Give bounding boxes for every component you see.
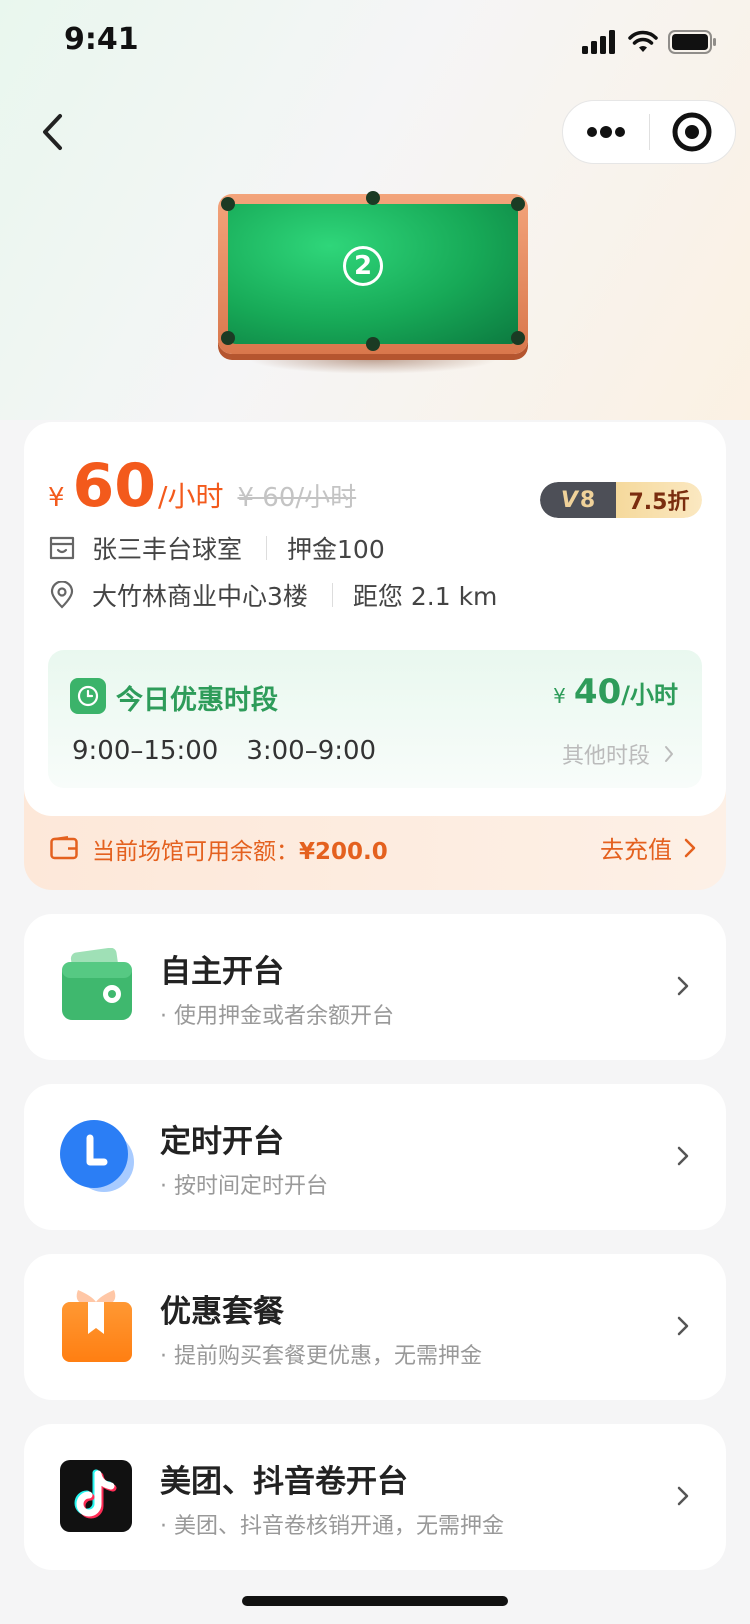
chevron-right-icon — [677, 1316, 689, 1336]
option-timed[interactable]: 定时开台 · 按时间定时开台 — [24, 1084, 726, 1230]
pool-table-illustration: 2 — [218, 191, 528, 384]
clock-icon — [60, 1120, 134, 1192]
target-icon — [672, 112, 712, 152]
price-value: 60 — [72, 451, 157, 521]
option-title: 美团、抖音卷开台 — [160, 1464, 408, 1500]
vip-badge: V8 7.5折 — [540, 482, 702, 518]
venue-name-row: 张三丰台球室 押金100 — [48, 530, 385, 566]
venue-info-card: ¥ 60 /小时 ¥ 60/小时 V8 7.5折 张三丰台球室 押金100 大竹… — [24, 422, 726, 816]
table-number-badge: 2 — [343, 246, 383, 286]
price-symbol: ¥ — [48, 483, 65, 513]
vip-level-number: 8 — [579, 487, 596, 513]
signal-icon — [582, 30, 615, 54]
price-unit: /小时 — [158, 480, 224, 513]
other-periods-link[interactable]: 其他时段 — [562, 738, 674, 770]
option-package[interactable]: 优惠套餐 · 提前购买套餐更优惠，无需押金 — [24, 1254, 726, 1400]
info-divider — [266, 536, 268, 560]
chevron-right-icon — [684, 838, 696, 857]
option-self-service[interactable]: 自主开台 · 使用押金或者余额开台 — [24, 914, 726, 1060]
price-row: ¥ 60 /小时 ¥ 60/小时 — [48, 456, 356, 516]
option-subtitle: · 美团、抖音卷核销开通，无需押金 — [160, 1514, 504, 1539]
discount-price-symbol: ¥ — [553, 684, 566, 708]
venue-address-row: 大竹林商业中心3楼 距您 2.1 km — [48, 577, 497, 613]
table-frame: 2 — [218, 191, 528, 354]
other-periods-label: 其他时段 — [561, 744, 650, 769]
gift-icon — [62, 1290, 132, 1362]
chevron-right-icon — [677, 1486, 689, 1506]
option-subtitle: · 使用押金或者余额开台 — [160, 1004, 394, 1029]
close-miniprogram-button[interactable] — [650, 101, 736, 163]
wallet-outline-icon — [50, 836, 78, 860]
table-pocket — [221, 331, 235, 345]
more-button[interactable] — [563, 101, 649, 163]
option-title: 定时开台 — [160, 1124, 284, 1160]
store-icon — [49, 536, 75, 560]
back-button[interactable] — [28, 104, 76, 160]
clock-icon — [70, 678, 106, 714]
vip-discount: 7.5折 — [616, 482, 702, 518]
chevron-right-icon — [665, 746, 673, 762]
home-indicator — [242, 1596, 508, 1606]
option-title: 自主开台 — [160, 954, 284, 990]
venue-address: 大竹林商业中心3楼 — [92, 582, 308, 611]
info-divider — [331, 583, 333, 607]
venue-deposit: 押金100 — [287, 535, 385, 564]
venue-name: 张三丰台球室 — [92, 535, 243, 564]
discount-price-unit: /小时 — [621, 681, 678, 709]
chevron-right-icon — [677, 1146, 689, 1166]
vip-level: V8 — [540, 482, 616, 518]
venue-distance: 距您 2.1 km — [352, 582, 498, 611]
option-title: 优惠套餐 — [160, 1294, 284, 1330]
more-dots-icon — [586, 126, 625, 138]
recharge-label: 去充值 — [600, 836, 672, 864]
table-pocket — [221, 197, 235, 211]
status-icons — [582, 30, 718, 54]
battery-icon — [668, 30, 716, 54]
option-subtitle: · 提前购买套餐更优惠，无需押金 — [160, 1344, 482, 1369]
wallet-icon — [62, 948, 132, 1020]
status-time: 9:41 — [64, 22, 139, 57]
option-subtitle: · 按时间定时开台 — [160, 1174, 328, 1199]
discount-period-box: 今日优惠时段 ¥ 40 /小时 9:00–15:00 3:00–9:00 其他时… — [48, 650, 702, 788]
recharge-button[interactable]: 去充值 — [600, 830, 696, 865]
table-pocket — [366, 191, 380, 205]
discount-time-1: 9:00–15:00 — [72, 736, 219, 766]
douyin-icon — [60, 1460, 132, 1532]
table-pocket — [511, 331, 525, 345]
discount-time-2: 3:00–9:00 — [246, 736, 377, 766]
discount-title: 今日优惠时段 — [116, 685, 278, 716]
clock-glyph — [77, 685, 99, 707]
location-pin-icon — [50, 581, 74, 609]
table-pocket — [366, 337, 380, 351]
original-price: ¥ 60/小时 — [237, 483, 357, 513]
option-coupon-redeem[interactable]: 美团、抖音卷开台 · 美团、抖音卷核销开通，无需押金 — [24, 1424, 726, 1570]
balance-label: 当前场馆可用余额： — [92, 839, 299, 865]
balance-text: 当前场馆可用余额：¥200.0 — [92, 832, 388, 866]
discount-times: 9:00–15:00 3:00–9:00 — [72, 736, 376, 766]
balance-amount: ¥200.0 — [299, 839, 388, 865]
mini-program-capsule — [562, 100, 736, 164]
status-bar: 9:41 — [0, 0, 750, 88]
discount-price-value: 40 — [573, 672, 622, 712]
wifi-icon — [628, 30, 658, 52]
chevron-left-icon — [43, 114, 62, 150]
chevron-right-icon — [677, 976, 689, 996]
discount-price: ¥ 40 /小时 — [553, 672, 678, 712]
table-pocket — [511, 197, 525, 211]
